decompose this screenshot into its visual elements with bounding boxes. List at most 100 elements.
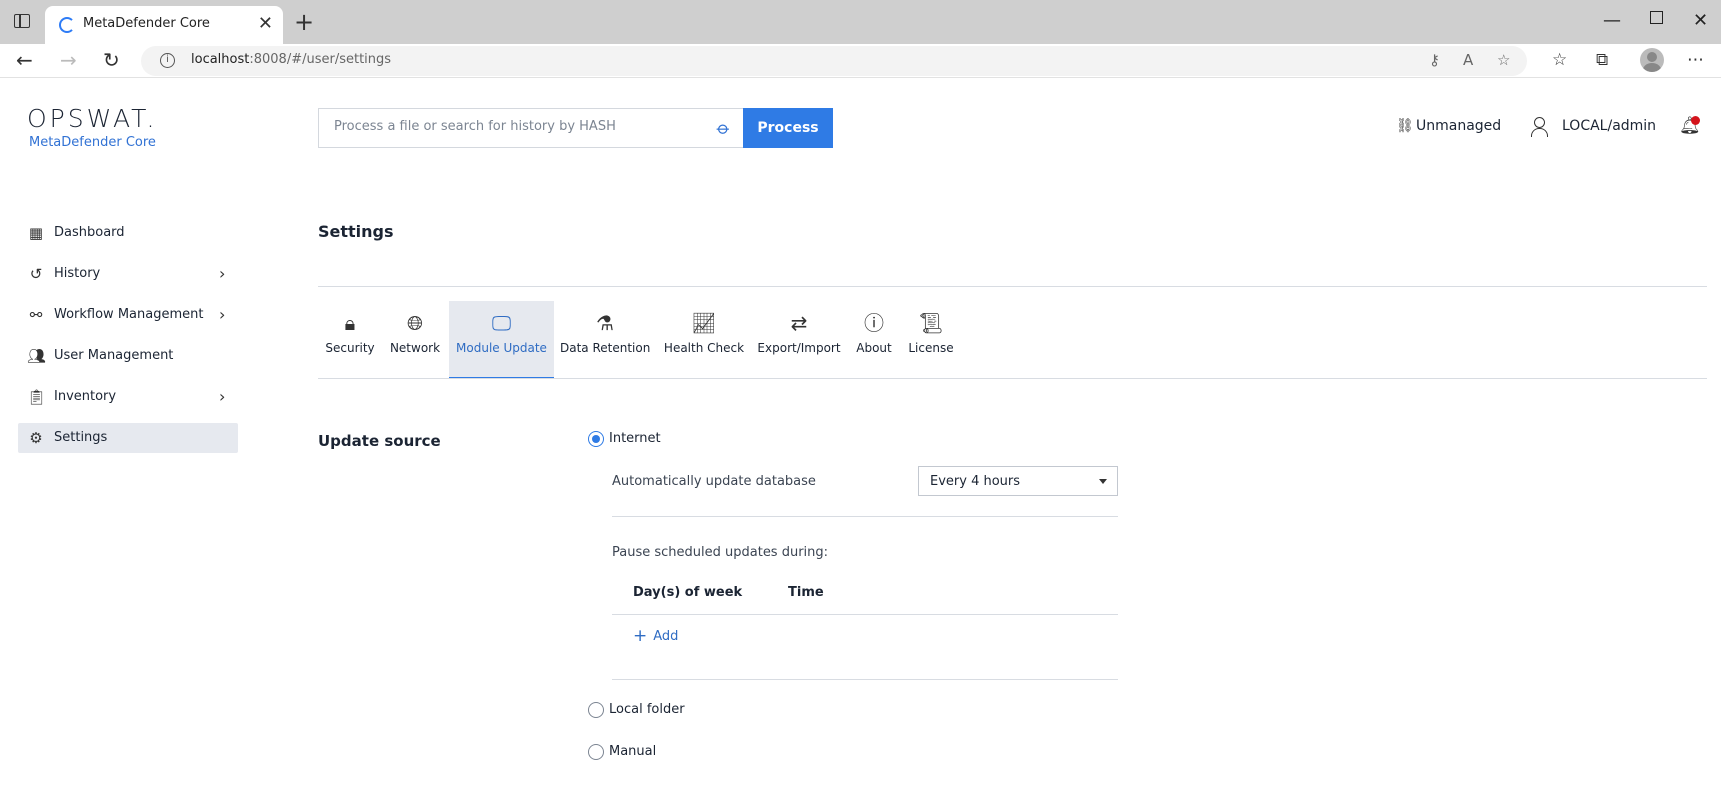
site-info-icon[interactable]: i	[160, 53, 175, 68]
health-monitor-icon: 📈︎	[691, 311, 717, 335]
tab-label: Export/Import	[757, 341, 841, 355]
tab-label: About	[856, 341, 892, 355]
lock-icon: 🔒︎	[344, 311, 356, 335]
tab-label: Module Update	[456, 341, 547, 355]
chevron-right-icon: ›	[219, 264, 226, 283]
maximize-icon[interactable]	[1650, 11, 1663, 24]
radio-internet[interactable]	[588, 431, 604, 447]
workflow-icon: ⚯	[29, 306, 43, 324]
radio-local-folder[interactable]	[588, 702, 604, 718]
paperclip-icon[interactable]: ⌀	[712, 117, 735, 140]
monitor-update-icon: 🖵︎	[491, 311, 512, 335]
unmanaged-status[interactable]: Unmanaged	[1416, 118, 1501, 134]
sidebar-item-label: Workflow Management	[54, 307, 204, 322]
tab-label: Security	[325, 341, 375, 355]
tab-network[interactable]: 🌐︎ Network	[385, 301, 445, 379]
tab-license[interactable]: 📜︎ License	[906, 301, 956, 379]
tab-security[interactable]: 🔒︎ Security	[318, 301, 382, 379]
sidebar-item-user-management[interactable]: 👥︎ User Management	[18, 341, 238, 371]
sidebar-item-label: History	[54, 266, 101, 281]
process-button[interactable]: Process	[743, 108, 833, 148]
radio-internet-label[interactable]: Internet	[609, 431, 661, 446]
globe-icon: 🌐︎	[407, 311, 423, 335]
search-input[interactable]	[334, 119, 694, 134]
user-menu[interactable]: LOCAL/admin	[1562, 118, 1656, 134]
users-icon: 👥︎	[27, 347, 47, 365]
info-circle-icon: ⓘ	[864, 311, 884, 335]
certificate-icon: 📜︎	[918, 311, 944, 335]
tab-data-retention[interactable]: ⚗ Data Retention	[560, 301, 650, 379]
table-header-days: Day(s) of week	[633, 585, 743, 600]
tab-export-import[interactable]: ⇄ Export/Import	[757, 301, 841, 379]
close-tab-icon[interactable]: ✕	[258, 13, 273, 34]
chevron-right-icon: ›	[219, 305, 226, 324]
tab-module-update[interactable]: 🖵︎ Module Update	[449, 301, 554, 379]
tab-about[interactable]: ⓘ About	[852, 301, 896, 379]
tab-health-check[interactable]: 📈︎ Health Check	[661, 301, 747, 379]
loading-favicon-icon	[59, 17, 75, 33]
new-tab-icon[interactable]: +	[294, 8, 314, 36]
key-icon[interactable]: ⚷	[1429, 51, 1440, 69]
sidebar-item-workflow-management[interactable]: ⚯ Workflow Management ›	[18, 300, 238, 330]
table-header-divider	[612, 614, 1118, 615]
product-name: MetaDefender Core	[29, 135, 156, 150]
table-header-time: Time	[788, 585, 824, 600]
tab-label: License	[908, 341, 954, 355]
opswat-logo: OPSWAT.	[27, 104, 158, 133]
add-schedule-button[interactable]: + Add	[633, 626, 678, 646]
more-icon[interactable]: ⋯	[1687, 50, 1704, 70]
caret-down-icon	[1099, 479, 1107, 484]
add-label: Add	[653, 629, 679, 644]
back-icon[interactable]: ←	[16, 48, 33, 72]
auto-update-value: Every 4 hours	[930, 474, 1021, 489]
sidebar-item-label: User Management	[54, 348, 174, 363]
history-icon: ↺	[29, 265, 43, 283]
sidebar-item-label: Dashboard	[54, 225, 125, 240]
sidebar-item-label: Settings	[54, 430, 108, 445]
link-icon: ⛓	[1396, 118, 1414, 134]
browser-tab[interactable]: MetaDefender Core ✕	[45, 6, 283, 44]
user-icon	[1530, 117, 1548, 137]
reload-icon[interactable]: ↻	[103, 48, 120, 72]
omnibox[interactable]: i localhost:8008/#/user/settings ⚷ A ☆	[141, 46, 1527, 76]
radio-manual-label[interactable]: Manual	[609, 744, 656, 759]
plus-icon: +	[633, 626, 648, 646]
url-text: localhost:8008/#/user/settings	[191, 52, 392, 67]
auto-update-divider	[612, 516, 1118, 517]
browser-tab-title: MetaDefender Core	[83, 16, 210, 31]
sidebar-item-inventory[interactable]: 📋︎ Inventory ›	[18, 382, 238, 412]
browser-tab-bar: MetaDefender Core ✕ + — ✕	[0, 0, 1721, 44]
tab-label: Network	[389, 341, 441, 355]
tab-label: Health Check	[663, 341, 745, 355]
radio-local-folder-label[interactable]: Local folder	[609, 702, 685, 717]
sidebar-item-label: Inventory	[54, 389, 117, 404]
page-title: Settings	[318, 222, 394, 241]
sidebar-item-dashboard[interactable]: ▦ Dashboard	[18, 218, 238, 248]
grid-icon: ▦	[28, 224, 44, 242]
auto-update-label: Automatically update database	[612, 474, 816, 489]
forward-icon[interactable]: →	[60, 48, 77, 72]
chevron-right-icon: ›	[219, 387, 226, 406]
broom-icon: ⚗	[596, 311, 614, 335]
tabs-divider	[318, 378, 1707, 379]
minimize-icon[interactable]: —	[1603, 10, 1621, 31]
close-window-icon[interactable]: ✕	[1693, 10, 1708, 31]
collections-icon[interactable]: ⧉	[1596, 50, 1608, 70]
profile-avatar[interactable]	[1640, 48, 1664, 72]
swap-arrows-icon: ⇄	[790, 311, 808, 335]
auto-update-select[interactable]: Every 4 hours	[918, 466, 1118, 496]
sidebar-item-settings[interactable]: ⚙ Settings	[18, 423, 238, 453]
clipboard-icon: 📋︎	[27, 388, 47, 406]
update-source-label: Update source	[318, 432, 441, 450]
sidebar-item-history[interactable]: ↺ History ›	[18, 259, 238, 289]
add-favorite-icon[interactable]: ☆	[1497, 51, 1510, 69]
tab-label: Data Retention	[560, 341, 651, 355]
browser-address-bar: ← → ↻ i localhost:8008/#/user/settings ⚷…	[0, 44, 1721, 78]
notification-dot	[1691, 116, 1700, 125]
read-aloud-icon[interactable]: A	[1463, 51, 1473, 69]
favorites-icon[interactable]: ☆	[1552, 50, 1567, 70]
radio-manual[interactable]	[588, 744, 604, 760]
tab-actions-icon[interactable]	[14, 14, 30, 28]
search-box: ⌀	[318, 108, 743, 148]
title-divider	[318, 286, 1707, 287]
